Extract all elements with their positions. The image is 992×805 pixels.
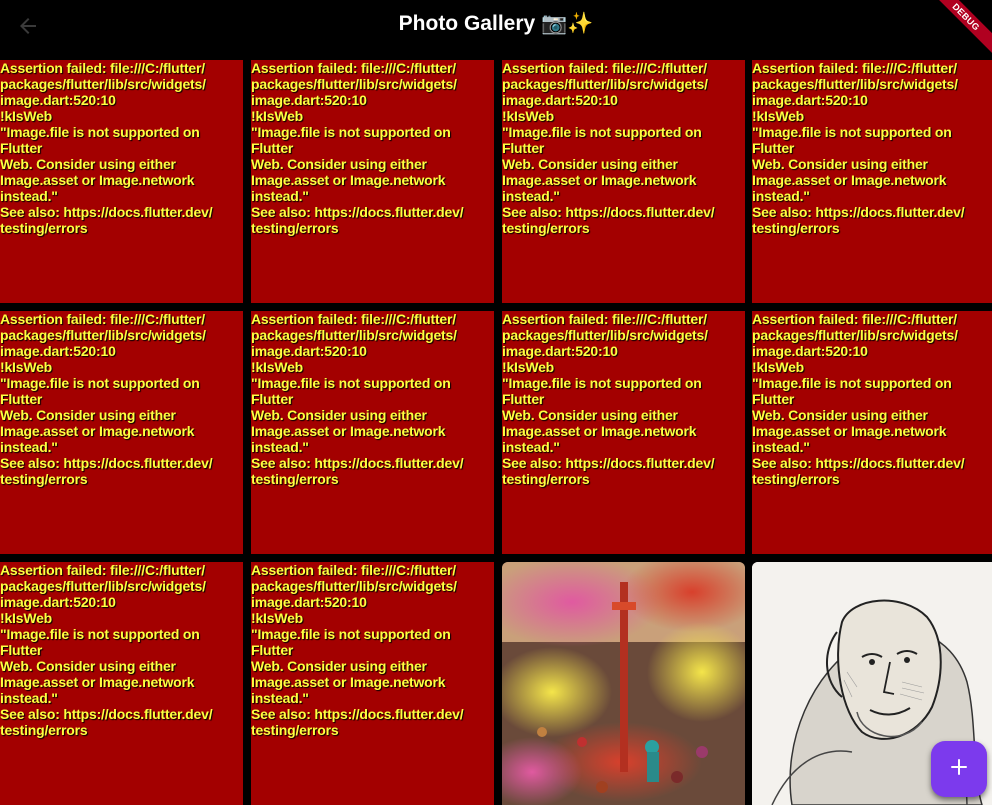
app-bar: Photo Gallery 📷✨ bbox=[0, 0, 992, 56]
gallery-tile-error[interactable]: Assertion failed: file:///C:/flutter/ pa… bbox=[0, 311, 243, 554]
gallery-tile-error[interactable]: Assertion failed: file:///C:/flutter/ pa… bbox=[0, 60, 243, 303]
error-message: Assertion failed: file:///C:/flutter/ pa… bbox=[0, 311, 213, 487]
gallery-tile-photo[interactable] bbox=[502, 562, 745, 805]
gallery-tile-error[interactable]: Assertion failed: file:///C:/flutter/ pa… bbox=[502, 60, 745, 303]
error-message: Assertion failed: file:///C:/flutter/ pa… bbox=[0, 60, 213, 236]
holi-festival-crowd-photo bbox=[502, 562, 745, 805]
add-photo-button[interactable] bbox=[931, 741, 987, 797]
error-message: Assertion failed: file:///C:/flutter/ pa… bbox=[251, 311, 464, 487]
page-title: Photo Gallery 📷✨ bbox=[398, 12, 594, 35]
gallery-tile-error[interactable]: Assertion failed: file:///C:/flutter/ pa… bbox=[752, 311, 992, 554]
error-message: Assertion failed: file:///C:/flutter/ pa… bbox=[0, 562, 213, 738]
error-message: Assertion failed: file:///C:/flutter/ pa… bbox=[502, 60, 715, 236]
error-message: Assertion failed: file:///C:/flutter/ pa… bbox=[502, 311, 715, 487]
error-message: Assertion failed: file:///C:/flutter/ pa… bbox=[251, 60, 464, 236]
photo-grid: Assertion failed: file:///C:/flutter/ pa… bbox=[0, 60, 992, 805]
gallery-tile-error[interactable]: Assertion failed: file:///C:/flutter/ pa… bbox=[0, 562, 243, 805]
gallery-tile-error[interactable]: Assertion failed: file:///C:/flutter/ pa… bbox=[752, 60, 992, 303]
gallery-tile-error[interactable]: Assertion failed: file:///C:/flutter/ pa… bbox=[251, 60, 494, 303]
gallery-tile-error[interactable]: Assertion failed: file:///C:/flutter/ pa… bbox=[251, 562, 494, 805]
error-message: Assertion failed: file:///C:/flutter/ pa… bbox=[752, 311, 965, 487]
plus-icon bbox=[949, 757, 969, 782]
gallery-tile-error[interactable]: Assertion failed: file:///C:/flutter/ pa… bbox=[502, 311, 745, 554]
error-message: Assertion failed: file:///C:/flutter/ pa… bbox=[251, 562, 464, 738]
error-message: Assertion failed: file:///C:/flutter/ pa… bbox=[752, 60, 965, 236]
gallery-tile-error[interactable]: Assertion failed: file:///C:/flutter/ pa… bbox=[251, 311, 494, 554]
